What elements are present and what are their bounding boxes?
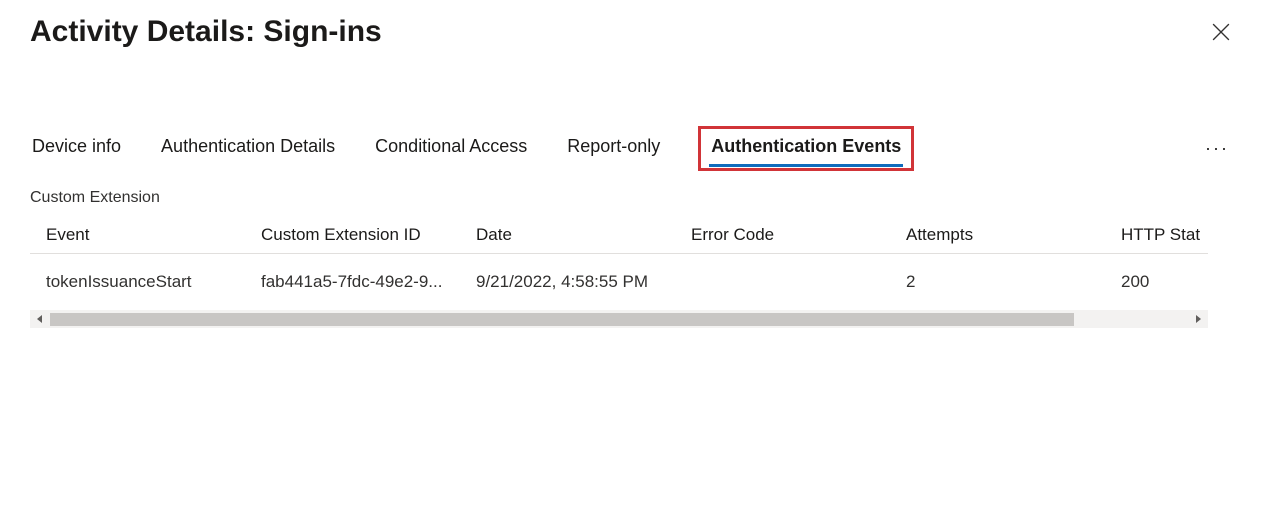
col-error-code[interactable]: Error Code: [691, 225, 906, 245]
col-event[interactable]: Event: [46, 225, 261, 245]
cell-custom-extension-id: fab441a5-7fdc-49e2-9...: [261, 272, 476, 292]
table-header: Event Custom Extension ID Date Error Cod…: [30, 217, 1208, 254]
cell-event: tokenIssuanceStart: [46, 272, 261, 292]
tab-authentication-details[interactable]: Authentication Details: [159, 130, 337, 167]
scroll-left-button[interactable]: [32, 311, 48, 327]
tab-authentication-events[interactable]: Authentication Events: [709, 130, 903, 167]
chevron-left-icon: [36, 315, 44, 323]
scroll-track[interactable]: [50, 313, 1188, 326]
tabs: Device info Authentication Details Condi…: [30, 126, 1235, 171]
cell-http-stat: 200: [1121, 272, 1236, 292]
horizontal-scrollbar[interactable]: [30, 310, 1208, 328]
tab-report-only[interactable]: Report-only: [565, 130, 662, 167]
col-http-stat[interactable]: HTTP Stat: [1121, 225, 1236, 245]
col-date[interactable]: Date: [476, 225, 691, 245]
tab-highlight: Authentication Events: [698, 126, 914, 171]
cell-attempts: 2: [906, 272, 1121, 292]
chevron-right-icon: [1194, 315, 1202, 323]
close-icon: [1212, 23, 1230, 41]
more-button[interactable]: ···: [1199, 131, 1235, 167]
col-attempts[interactable]: Attempts: [906, 225, 1121, 245]
tab-device-info[interactable]: Device info: [30, 130, 123, 167]
cell-date: 9/21/2022, 4:58:55 PM: [476, 272, 691, 292]
close-button[interactable]: [1207, 18, 1235, 46]
col-custom-extension-id[interactable]: Custom Extension ID: [261, 225, 476, 245]
ellipsis-icon: ···: [1205, 138, 1229, 159]
events-table: Event Custom Extension ID Date Error Cod…: [30, 217, 1208, 328]
scroll-thumb[interactable]: [50, 313, 1074, 326]
page-title: Activity Details: Sign-ins: [30, 14, 382, 50]
section-title: Custom Extension: [30, 189, 1235, 207]
tab-conditional-access[interactable]: Conditional Access: [373, 130, 529, 167]
table-row[interactable]: tokenIssuanceStart fab441a5-7fdc-49e2-9.…: [30, 254, 1208, 310]
scroll-right-button[interactable]: [1190, 311, 1206, 327]
